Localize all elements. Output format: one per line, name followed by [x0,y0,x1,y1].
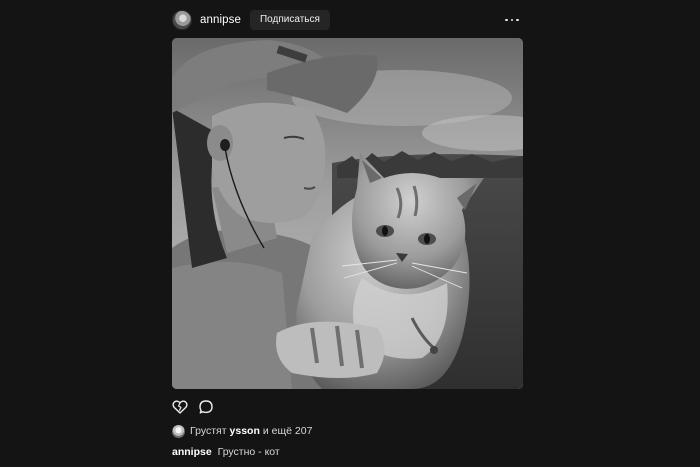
likes-summary: Грустят ysson и ещё 207 [172,423,523,439]
post-caption: annipse Грустно - кот [172,446,523,458]
author-username[interactable]: annipse [200,14,241,26]
subscribe-button[interactable]: Подписаться [249,10,330,30]
caption-text: Грустно - кот [217,446,280,458]
caption-author[interactable]: annipse [172,446,212,458]
post-header: annipse Подписаться [172,8,523,32]
post-photo[interactable] [172,38,523,389]
liker-avatar[interactable] [172,424,185,438]
post-card: annipse Подписаться Грустят ysson и ещё … [172,8,523,458]
likes-prefix: Грустят [190,425,227,437]
author-avatar[interactable] [172,10,192,30]
comment-bubble-icon[interactable] [198,399,214,415]
broken-heart-icon[interactable] [172,399,188,415]
post-actions [172,399,523,415]
more-options-icon[interactable] [505,14,519,26]
liker-username[interactable]: ysson [230,425,260,437]
likes-more-count[interactable]: и ещё 207 [263,425,313,437]
